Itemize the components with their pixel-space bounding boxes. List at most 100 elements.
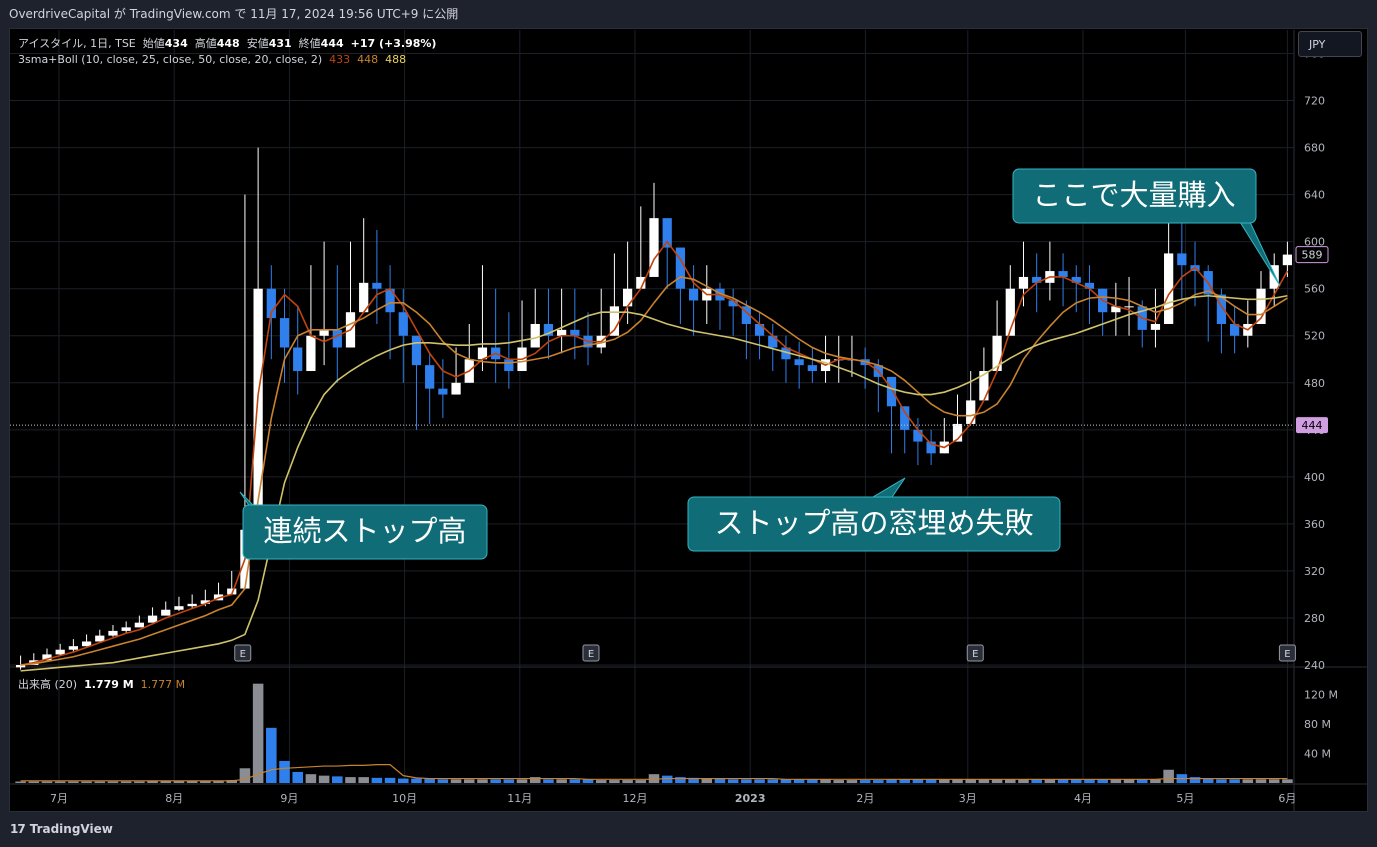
volume-bar [701,778,713,783]
volume-bar [134,781,145,783]
earnings-marker-label: E [1284,649,1290,660]
candle-body [900,406,910,430]
change-value: +17 (+3.98%) [350,37,437,50]
candle-body [398,312,408,336]
volume-bar [266,727,277,783]
symbol-legend[interactable]: アイスタイル, 1日, TSE 始値434 高値448 安値431 終値444 … [18,35,436,51]
candle-body [279,318,290,348]
currency-button[interactable]: JPY [1298,31,1362,57]
callout-renzoku[interactable]: 連続ストップ高 [239,491,488,560]
indicator-legend[interactable]: 3sma+Boll (10, close, 25, close, 50, clo… [18,53,406,66]
volume-bar [398,778,409,783]
volume-bar [833,780,845,783]
price-tick-label: 680 [1304,142,1325,155]
candle-body [570,329,580,336]
volume-axis: 40 M 80 M 120 M [1304,689,1338,761]
volume-legend[interactable]: 出来高 (20) 1.779 M 1.777 M [18,676,185,692]
time-tick-label: 2月 [856,792,874,805]
volume-bar [345,777,356,783]
current-price-text: 444 [1302,419,1323,432]
candle-body [913,429,923,442]
open-value: 434 [164,37,188,50]
time-tick-label: 4月 [1074,792,1092,805]
volume-bar [767,779,779,783]
close-value: 444 [320,37,344,50]
volume-bar [1163,769,1174,783]
volume-bar [609,780,620,783]
volume-bars [15,683,1293,783]
volume-bar [741,779,752,783]
candle-body [1124,306,1134,308]
earnings-marker-label: E [588,649,594,660]
candle-body [688,288,699,301]
candle-body [293,347,303,372]
callout-renzoku-text: 連続ストップ高 [263,514,466,548]
high-label: 高値 [194,37,217,50]
volume-bar [1255,779,1267,783]
volume-tick-label: 120 M [1304,689,1338,702]
candle-body [187,603,197,607]
volume-bar [569,779,581,783]
footer-bar [0,812,1377,847]
candle-body [768,335,778,348]
price-tick-label: 280 [1304,612,1325,625]
candle-body [425,365,435,389]
candle-body [1164,253,1174,324]
symbol-name: アイスタイル, 1日, TSE [18,37,136,50]
price-tick-label: 720 [1304,95,1325,108]
volume-bar [1242,779,1254,783]
volume-bar [68,781,79,783]
volume-bar [424,778,435,783]
candle-body [411,335,422,366]
volume-bar [1268,779,1280,783]
last-price-text: 589 [1302,249,1323,262]
volume-tick-label: 40 M [1304,748,1331,761]
volume-bar [437,779,449,783]
volume-bar [239,768,251,783]
volume-bar [41,781,53,783]
tradingview-logo[interactable]: 17 TradingView [10,822,113,836]
candle-body [438,388,448,395]
candle-body [372,282,382,289]
candlesticks [15,147,1293,670]
candle-body [609,306,620,336]
sma50-value: 488 [385,53,407,66]
volume-bar [754,779,765,783]
low-value: 431 [268,37,292,50]
candle-body [622,288,633,307]
candle-body [121,627,131,631]
volume-bar [846,780,858,783]
candle-body [1150,323,1161,330]
volume-bar [411,778,422,783]
callout-tairyou[interactable]: ここで大量購入 [1012,168,1281,287]
candle-body [1282,254,1293,266]
candle-body [95,635,105,642]
sma25-line [20,276,1288,666]
callout-madoume-text: ストップ高の窓埋め失敗 [714,506,1033,540]
volume-bar [1282,779,1293,783]
callout-madoume[interactable]: ストップ高の窓埋め失敗 [687,477,1061,552]
sma10-line [20,240,1289,666]
volume-bar [516,779,528,783]
candle-body [1058,271,1068,277]
candle-body [55,649,65,655]
candle-body [530,323,540,348]
time-tick-label: 7月 [50,792,68,805]
earnings-markers: EEEE [234,644,1296,662]
volume-bar [595,780,607,783]
price-chart[interactable]: EEEE 24028032036040044048052056060064068… [0,0,1377,847]
volume-bar [15,781,26,783]
price-axis: 2402803203604004404805205606006406807207… [1304,48,1325,672]
volume-bar [490,779,501,783]
volume-bar [714,778,726,783]
candle-body [662,218,672,248]
price-tick-label: 320 [1304,565,1325,578]
volume-bar [503,779,515,783]
volume-bar [120,781,132,783]
time-tick-label: 10月 [392,792,417,805]
price-tick-label: 400 [1304,471,1325,484]
volume-value: 1.779 M [84,678,134,691]
grid-lines [10,30,1367,811]
candle-body [451,382,461,395]
close-label: 終値 [298,37,321,50]
